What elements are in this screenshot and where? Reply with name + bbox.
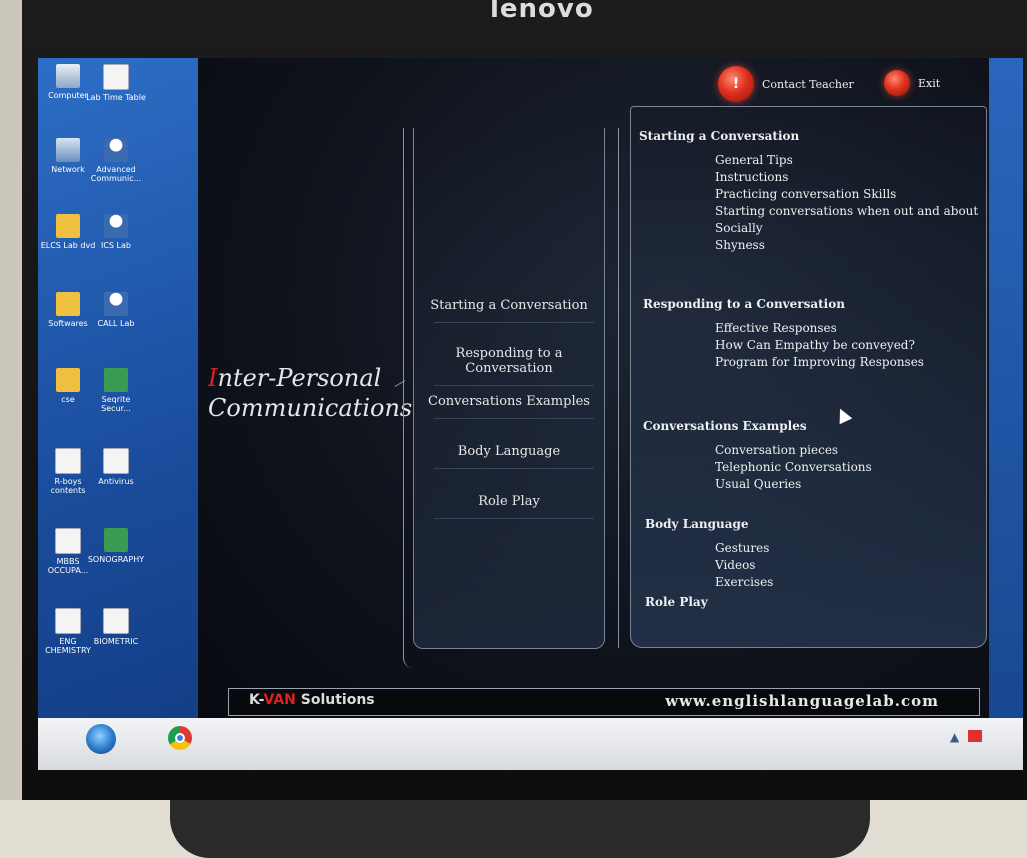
- start-button-icon[interactable]: [86, 724, 116, 754]
- contact-teacher-button[interactable]: ! Contact Teacher: [718, 66, 854, 102]
- exit-label: Exit: [918, 76, 941, 90]
- desktop-wallpaper-right: [989, 58, 1023, 748]
- section-link[interactable]: Socially: [715, 221, 763, 235]
- desktop-shortcut-label: R-boys contents: [50, 477, 86, 495]
- desktop-shortcut-label: Advanced Communic...: [90, 165, 142, 183]
- desktop-shortcut[interactable]: Lab Time Table: [86, 64, 146, 102]
- footer-url-link[interactable]: www.englishlanguagelab.com: [665, 692, 939, 710]
- document-icon: [55, 608, 81, 634]
- folder-icon: [56, 368, 80, 392]
- document-icon: [103, 608, 129, 634]
- action-center-flag-icon[interactable]: [968, 730, 982, 742]
- desktop-shortcut-label: Lab Time Table: [86, 93, 146, 102]
- section-heading[interactable]: Body Language: [645, 517, 749, 531]
- section-heading[interactable]: Conversations Examples: [643, 419, 807, 433]
- document-icon: [103, 64, 129, 90]
- menu-item[interactable]: Conversations Examples: [414, 384, 604, 419]
- desktop-shortcut-label: Network: [51, 165, 85, 174]
- folder-icon: [56, 214, 80, 238]
- chrome-icon[interactable]: [168, 726, 192, 750]
- desktop-shortcut[interactable]: CALL Lab: [86, 292, 146, 328]
- desktop-shortcut-label: Antivirus: [98, 477, 134, 486]
- section-link[interactable]: Conversation pieces: [715, 443, 838, 457]
- app-footer: K-VAN Solutions www.englishlanguagelab.c…: [228, 688, 980, 716]
- section-link[interactable]: How Can Empathy be conveyed?: [715, 338, 915, 352]
- menu-item[interactable]: Body Language: [414, 434, 604, 469]
- brand-van: VAN: [263, 692, 296, 708]
- user-shortcut-icon: [104, 138, 128, 162]
- desktop-shortcut-label: ENG CHEMISTRY: [45, 637, 91, 655]
- menu-item[interactable]: Starting a Conversation: [414, 288, 604, 323]
- section-heading[interactable]: Role Play: [645, 595, 708, 609]
- app-title: Inter-Personal Communications: [208, 363, 412, 423]
- folder-icon: [56, 292, 80, 316]
- section-link[interactable]: Exercises: [715, 575, 773, 589]
- section-link[interactable]: Effective Responses: [715, 321, 837, 335]
- desktop-shortcut-label: Computer: [48, 91, 88, 100]
- monitor-brand-logo: lenovo: [490, 0, 594, 24]
- desktop-shortcut[interactable]: Antivirus: [86, 448, 146, 486]
- brand-k: K-: [249, 692, 264, 708]
- computer-icon: [56, 64, 80, 88]
- brand-solutions: Solutions: [295, 692, 375, 708]
- user-shortcut-icon: [104, 214, 128, 238]
- monitor-base: [170, 800, 870, 858]
- desktop-shortcut[interactable]: Seqrite Secur...: [86, 368, 146, 413]
- desktop-shortcut-label: cse: [61, 395, 75, 404]
- document-icon: [55, 448, 81, 474]
- menu-item[interactable]: Responding to a Conversation: [414, 336, 604, 386]
- desktop-shortcut-label: Softwares: [48, 319, 88, 328]
- windows-desktop: Computer Lab Time Table Network Advanced Co…: [38, 58, 198, 748]
- windows-taskbar: ▲: [38, 718, 1023, 770]
- user-shortcut-icon: [104, 292, 128, 316]
- document-icon: [103, 448, 129, 474]
- section-heading[interactable]: Starting a Conversation: [639, 129, 799, 143]
- exit-button[interactable]: Exit: [884, 70, 940, 96]
- language-lab-app: ! Contact Teacher Exit Inter-Personal Co…: [198, 58, 989, 748]
- desktop-shortcut-label: BIOMETRIC: [93, 637, 139, 646]
- section-link[interactable]: Practicing conversation Skills: [715, 187, 896, 201]
- section-link[interactable]: Telephonic Conversations: [715, 460, 872, 474]
- monitor-screen: Computer Lab Time Table Network Advanced Co…: [38, 58, 1023, 770]
- exit-icon: [884, 70, 910, 96]
- section-link[interactable]: Starting conversations when out and abou…: [715, 204, 978, 218]
- desktop-shortcut-label: ICS Lab: [100, 241, 131, 250]
- section-link[interactable]: Usual Queries: [715, 477, 801, 491]
- desktop-shortcut[interactable]: ICS Lab: [86, 214, 146, 250]
- section-link[interactable]: Shyness: [715, 238, 765, 252]
- section-link[interactable]: Videos: [715, 558, 755, 572]
- section-link[interactable]: Program for Improving Responses: [715, 355, 924, 369]
- section-link[interactable]: General Tips: [715, 153, 793, 167]
- app-title-line1: nter-Personal: [217, 364, 382, 392]
- contents-panel: Starting a Conversation General Tips Instr…: [630, 106, 987, 648]
- section-heading[interactable]: Responding to a Conversation: [643, 297, 845, 311]
- section-link[interactable]: Gestures: [715, 541, 769, 555]
- contact-teacher-label: Contact Teacher: [762, 77, 854, 91]
- archive-icon: [104, 528, 128, 552]
- tray-expand-icon[interactable]: ▲: [950, 730, 959, 744]
- desktop-shortcut[interactable]: Advanced Communic...: [86, 138, 146, 183]
- app-title-line2: Communications: [208, 394, 413, 422]
- desktop-shortcut-label: CALL Lab: [97, 319, 135, 328]
- topic-menu-panel: Starting a Conversation Responding to a C…: [413, 128, 605, 649]
- desktop-shortcut[interactable]: BIOMETRIC: [86, 608, 146, 646]
- desktop-shortcut-label: Seqrite Secur...: [101, 395, 131, 413]
- footer-brand: K-VAN Solutions: [249, 692, 375, 708]
- desktop-shortcut-label: MBBS OCCUPA...: [47, 557, 89, 575]
- background-wall: [0, 0, 22, 858]
- alert-icon: !: [718, 66, 754, 102]
- menu-item[interactable]: Role Play: [414, 484, 604, 519]
- network-icon: [56, 138, 80, 162]
- desktop-shortcut[interactable]: SONOGRAPHY: [86, 528, 146, 564]
- security-icon: [104, 368, 128, 392]
- desktop-shortcut-label: SONOGRAPHY: [87, 555, 145, 564]
- document-icon: [55, 528, 81, 554]
- section-link[interactable]: Instructions: [715, 170, 788, 184]
